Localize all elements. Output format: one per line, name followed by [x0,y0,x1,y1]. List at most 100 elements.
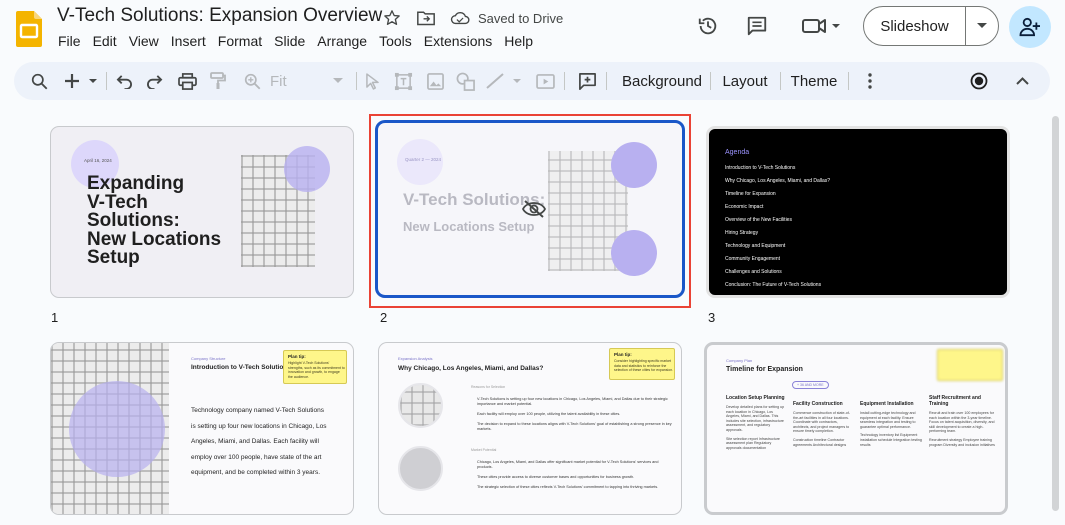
move-folder-icon[interactable] [416,8,436,28]
plan-tip-note: Plan tip: Consider highlighting specific… [609,348,675,380]
theme-button[interactable]: Theme [788,62,840,100]
share-add-person-icon[interactable] [1009,6,1051,48]
slide-thumbnail-5[interactable]: Expansion Analysis Why Chicago, Los Ange… [378,342,682,515]
more-options-icon[interactable] [862,62,878,100]
slide5-title: Why Chicago, Los Angeles, Miami, and Dal… [398,365,544,372]
column-deliverables: Site selection report Infrastructure ass… [726,436,780,450]
theme-label: Theme [790,72,838,90]
line-icon[interactable] [484,62,524,100]
menu-file[interactable]: File [58,33,87,49]
decorative-circle [69,381,165,477]
version-history-icon[interactable] [694,12,722,40]
menu-arrange[interactable]: Arrange [317,33,373,49]
new-slide-plus-icon[interactable] [62,62,100,100]
column-deliverables: Recruitment strategy Employee training p… [929,437,995,447]
column-text: Install cutting-edge technology and equi… [860,411,916,429]
menu-tools[interactable]: Tools [379,33,418,49]
app-header: V-Tech Solutions: Expansion Overview Sav… [0,0,1065,58]
slide1-title-line: Expanding [87,173,185,194]
column-text: Develop detailed plans for setting up ea… [726,405,785,432]
zoom-value: Fit [270,72,287,90]
redo-icon[interactable] [144,62,164,100]
zoom-select[interactable]: Fit [270,62,350,100]
timeline-column: Facility Construction Commence construct… [793,401,853,447]
bullet-item: Chicago, Los Angeles, Miami, and Dallas … [477,460,659,469]
menu-edit[interactable]: Edit [93,33,123,49]
add-comment-icon[interactable] [576,62,598,100]
timeline-column: Location Setup Planning Develop detailed… [726,395,786,450]
vertical-scrollbar[interactable] [1052,116,1059,511]
bullet-item: Each facility will employ over 100 peopl… [477,412,621,416]
save-status: Saved to Drive [478,10,564,26]
menu-format[interactable]: Format [218,33,268,49]
undo-icon[interactable] [114,62,134,100]
column-deliverables: Technology inventory list Equipment inst… [860,433,922,447]
document-title[interactable]: V-Tech Solutions: Expansion Overview [57,5,382,27]
agenda-item: Challenges and Solutions [725,269,782,275]
body-line: Angeles, Miami, and Dallas. Each facilit… [191,438,319,445]
slide2-tag: Quarter 2 — 2024 [405,157,442,162]
menu-insert[interactable]: Insert [171,33,212,49]
insert-image-icon[interactable] [424,62,446,100]
bullet-item: The strategic selection of these cities … [477,485,659,489]
section-label: Reasons for Selection [471,385,506,389]
note-title: Plan tip: [614,352,632,357]
slideshow-button[interactable]: Slideshow [863,6,999,46]
meet-video-icon[interactable] [799,12,843,40]
column-heading: Equipment Installation [860,401,914,407]
slide-thumbnail-4[interactable]: Company Structure Introduction to V-Tech… [50,342,354,515]
timeline-column: Staff Recruitment and Training Recruit a… [929,395,995,447]
toolbar: Fit Background Layout Theme [14,62,1050,100]
cloud-saved-icon[interactable] [450,8,470,28]
column-heading: Location Setup Planning [726,395,785,401]
slide1-title-line: Setup [87,247,140,268]
search-menus-icon[interactable] [28,62,50,100]
insert-video-icon[interactable] [534,62,556,100]
plan-tip-note: Plan tip: Highlight V-Tech Solutions' st… [283,350,347,384]
background-button[interactable]: Background [618,62,706,100]
hidden-slide-eye-off-icon [521,200,547,223]
layout-button[interactable]: Layout [718,62,772,100]
slide-thumbnail-1[interactable]: April 16, 2024 Expanding V-Tech Solution… [50,126,354,298]
slide-thumbnail-6[interactable]: Company Plan Timeline for Expansion + 36… [704,342,1008,515]
agenda-item: Overview of the New Facilities [725,217,792,223]
building-image [400,385,441,426]
agenda-item: Introduction to V-Tech Solutions [725,165,796,171]
slide-number: 1 [51,310,59,325]
body-line: Technology company named V-Tech Solution… [191,407,324,414]
slideshow-options-chevron-down-icon[interactable] [966,7,998,45]
agenda-item: Economic Impact [725,204,764,210]
record-icon[interactable] [968,62,990,100]
slide-number: 2 [380,310,388,325]
slide4-body: Technology company named V-Tech Solution… [191,403,327,481]
collapse-chevron-up-icon[interactable] [1012,62,1032,100]
slideshow-label[interactable]: Slideshow [864,7,966,45]
body-line: is setting up four new locations in Chic… [191,422,327,430]
column-heading: Facility Construction [793,401,843,407]
star-icon[interactable] [382,8,402,28]
paint-format-icon[interactable] [208,62,228,100]
shape-icon[interactable] [454,62,476,100]
zoom-icon[interactable] [242,62,262,100]
slide1-date: April 16, 2024 [84,158,112,163]
menu-slide[interactable]: Slide [274,33,311,49]
slide-thumbnail-2[interactable]: Quarter 2 — 2024 V-Tech Solutions: New L… [375,120,685,298]
comments-icon[interactable] [743,12,771,40]
menu-extensions[interactable]: Extensions [424,33,498,49]
menu-view[interactable]: View [129,33,165,49]
agenda-item: Hiring Strategy [725,230,759,236]
bullet-item: The decision to expand to these location… [477,422,672,431]
column-heading: Staff Recruitment and Training [929,395,981,407]
slide1-title-line: Solutions: [87,210,180,231]
slide6-eyebrow: Company Plan [726,358,753,363]
text-box-icon[interactable] [392,62,414,100]
slide3-heading: Agenda [725,149,750,156]
slide4-eyebrow: Company Structure [191,356,226,361]
select-pointer-icon[interactable] [362,62,382,100]
slide-thumbnail-3[interactable]: Agenda Introduction to V-Tech Solutions … [706,126,1010,298]
print-icon[interactable] [176,62,198,100]
body-line: employ over 100 people, have state of th… [191,453,322,461]
slides-logo-icon[interactable] [16,11,42,47]
menu-help[interactable]: Help [504,33,539,49]
column-text: Commence construction of state-of-the-ar… [793,411,850,434]
